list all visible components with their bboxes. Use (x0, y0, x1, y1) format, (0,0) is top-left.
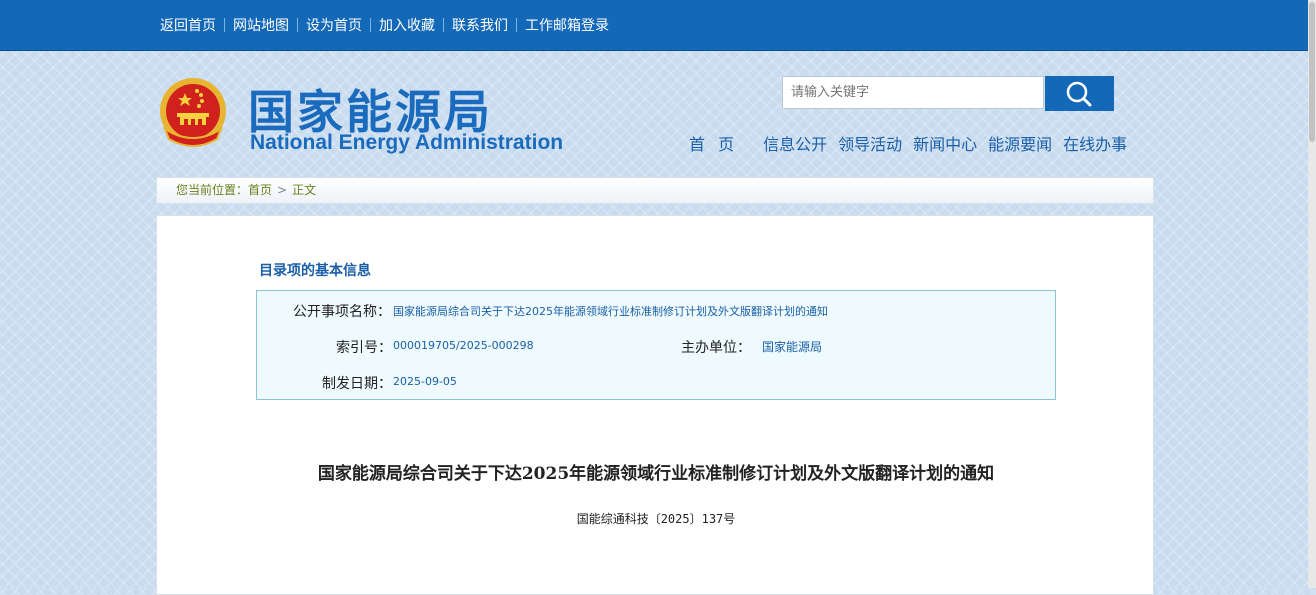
breadcrumb-home[interactable]: 首页 (248, 183, 272, 197)
host-org-label: 主办单位： (681, 340, 751, 356)
document-number: 国能综通科技〔2025〕137号 (576, 512, 736, 526)
catalog-section-title: 目录项的基本信息 (259, 263, 371, 279)
nav-item-energy-news[interactable]: 能源要闻 (988, 131, 1052, 155)
top-links: 返回首页 网站地图 设为首页 加入收藏 联系我们 工作邮箱登录 (160, 15, 609, 35)
nav-item-info-disclosure[interactable]: 信息公开 (763, 131, 827, 155)
top-link-home[interactable]: 返回首页 (160, 15, 216, 35)
main-nav: 首 页 信息公开 领导活动 新闻中心 能源要闻 在线办事 (689, 131, 1138, 155)
breadcrumb-current: 正文 (292, 183, 317, 197)
top-link-sitemap[interactable]: 网站地图 (233, 15, 289, 35)
search-icon (1066, 81, 1092, 107)
breadcrumb: 您当前位置：首页 > 正文 (156, 177, 1154, 204)
search-button[interactable] (1045, 76, 1114, 111)
top-link-divider (516, 18, 517, 32)
issue-date-label: 制发日期： (322, 376, 392, 392)
index-number-label: 索引号： (336, 340, 392, 356)
nav-item-online-services[interactable]: 在线办事 (1063, 131, 1127, 155)
top-bar: 返回首页 网站地图 设为首页 加入收藏 联系我们 工作邮箱登录 (0, 0, 1308, 51)
issue-date-value: 2025-09-05 (393, 375, 457, 388)
nav-item-leadership[interactable]: 领导活动 (838, 131, 902, 155)
index-number-value: 000019705/2025-000298 (393, 339, 534, 352)
top-link-add-favorite[interactable]: 加入收藏 (379, 15, 435, 35)
top-link-divider (297, 18, 298, 32)
top-link-work-email[interactable]: 工作邮箱登录 (525, 15, 609, 35)
search-input[interactable] (782, 76, 1044, 109)
national-emblem-icon (160, 78, 226, 147)
breadcrumb-prefix: 您当前位置： (176, 183, 249, 197)
host-org-value: 国家能源局 (762, 340, 823, 354)
catalog-info-box: 公开事项名称： 国家能源局综合司关于下达2025年能源领域行业标准制修订计划及外… (256, 290, 1056, 400)
top-link-set-homepage[interactable]: 设为首页 (306, 15, 362, 35)
item-name-value: 国家能源局综合司关于下达2025年能源领域行业标准制修订计划及外文版翻译计划的通… (393, 305, 828, 318)
nav-item-home[interactable]: 首 页 (689, 131, 738, 155)
vertical-scrollbar[interactable] (1308, 0, 1316, 588)
nav-item-news-center[interactable]: 新闻中心 (913, 131, 977, 155)
top-link-divider (370, 18, 371, 32)
site-logo-english[interactable]: National Energy Administration (250, 131, 563, 155)
scrollbar-thumb[interactable] (1309, 2, 1315, 142)
top-link-contact[interactable]: 联系我们 (452, 15, 508, 35)
article-content: 目录项的基本信息 公开事项名称： 国家能源局综合司关于下达2025年能源领域行业… (156, 215, 1154, 595)
top-link-divider (224, 18, 225, 32)
document-title: 国家能源局综合司关于下达2025年能源领域行业标准制修订计划及外文版翻译计划的通… (317, 464, 995, 484)
top-link-divider (443, 18, 444, 32)
breadcrumb-separator: > (277, 183, 288, 197)
item-name-label: 公开事项名称： (293, 304, 391, 320)
